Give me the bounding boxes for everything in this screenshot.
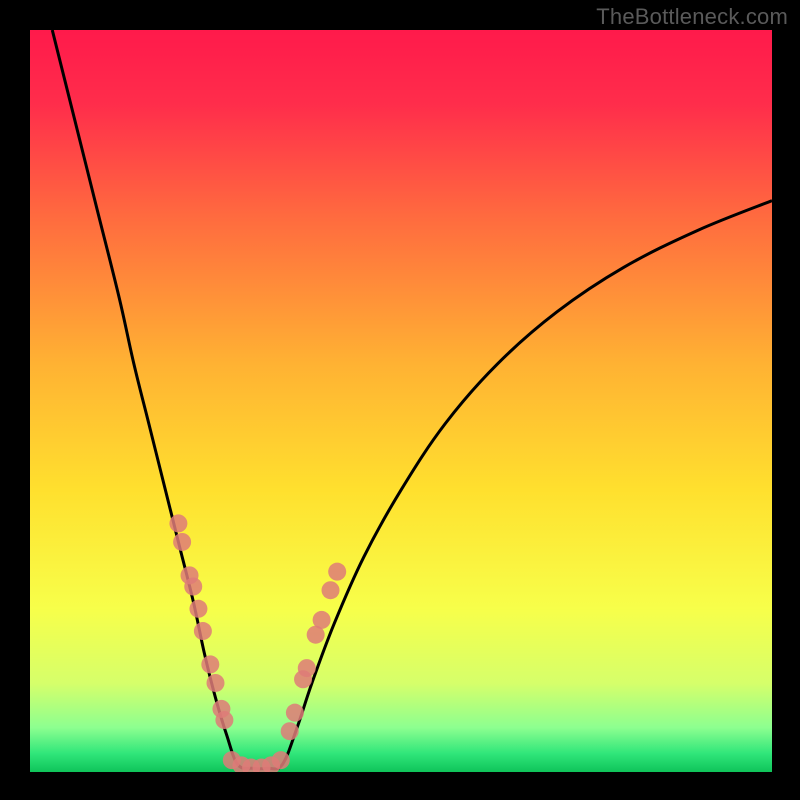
marker-dot — [189, 600, 207, 618]
marker-dot — [322, 581, 340, 599]
marker-dot — [313, 611, 331, 629]
chart-stage: TheBottleneck.com — [0, 0, 800, 800]
marker-dot — [298, 659, 316, 677]
marker-dot — [286, 704, 304, 722]
marker-dot — [184, 578, 202, 596]
marker-dot — [207, 674, 225, 692]
marker-dot — [169, 514, 187, 532]
marker-dot — [201, 655, 219, 673]
marker-dot — [328, 563, 346, 581]
marker-dot — [215, 711, 233, 729]
marker-dot — [194, 622, 212, 640]
marker-dot — [281, 722, 299, 740]
gradient-background — [30, 30, 772, 772]
chart-svg — [30, 30, 772, 772]
marker-dot — [272, 751, 290, 769]
marker-dot — [173, 533, 191, 551]
plot-area — [30, 30, 772, 772]
watermark-text: TheBottleneck.com — [596, 4, 788, 30]
